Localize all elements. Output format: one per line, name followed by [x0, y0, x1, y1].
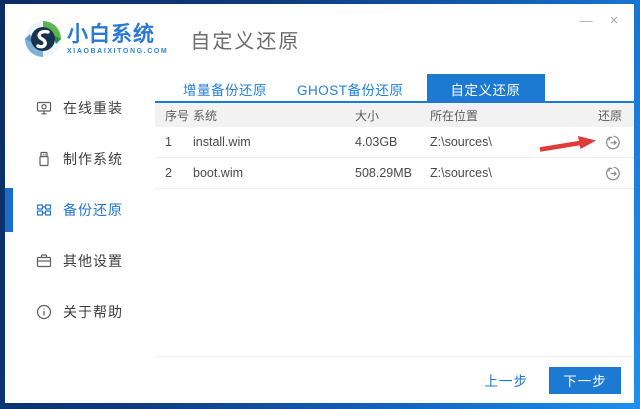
brand-domain: XIAOBAIXITONG.COM — [67, 47, 169, 55]
header-restore: 还原 — [597, 108, 622, 123]
minimize-button[interactable]: — — [572, 8, 600, 32]
restore-button[interactable] — [604, 133, 622, 151]
row-index: 2 — [165, 166, 172, 180]
tab-ghost-backup-restore[interactable]: GHOST备份还原 — [282, 74, 419, 103]
table-row: 1 install.wim 4.03GB Z:\sources\ — [155, 127, 634, 158]
row-size: 508.29MB — [355, 166, 412, 180]
sidebar-item-label: 在线重装 — [63, 100, 123, 116]
brand-text: 小白系统 XIAOBAIXITONG.COM — [67, 24, 168, 55]
window-controls: — × — [572, 8, 628, 32]
row-location: Z:\sources\ — [430, 166, 492, 180]
sidebar-item-other-settings[interactable]: 其他设置 — [5, 241, 155, 281]
sidebar-item-label: 备份还原 — [63, 202, 123, 218]
header-location: 所在位置 — [430, 108, 479, 123]
main-panel: 增量备份还原 GHOST备份还原 自定义还原 序号 系统 大小 所在位置 还原 … — [155, 74, 634, 403]
previous-step-button[interactable]: 上一步 — [485, 370, 529, 390]
sidebar-item-about-help[interactable]: 关于帮助 — [5, 292, 155, 332]
header-system: 系统 — [193, 108, 218, 123]
header-size: 大小 — [355, 108, 380, 123]
page-title: 自定义还原 — [190, 30, 301, 53]
sidebar-item-online-reinstall[interactable]: 在线重装 — [5, 88, 155, 128]
sidebar-item-label: 制作系统 — [63, 151, 123, 167]
table-row: 2 boot.wim 508.29MB Z:\sources\ — [155, 158, 634, 189]
table-header: 序号 系统 大小 所在位置 还原 — [155, 103, 634, 127]
close-button[interactable]: × — [600, 8, 628, 32]
next-step-button[interactable]: 下一步 — [549, 366, 621, 394]
info-icon — [36, 304, 52, 320]
brand-name: 小白系统 — [67, 22, 155, 46]
sidebar: 在线重装 制作系统 备份还原 其他设置 关于帮助 — [5, 74, 155, 403]
window-frame: 小白系统 XIAOBAIXITONG.COM 自定义还原 — × 在线重装 制作… — [0, 0, 640, 409]
sidebar-item-label: 关于帮助 — [63, 304, 123, 320]
row-system: boot.wim — [193, 166, 244, 180]
tab-bar: 增量备份还原 GHOST备份还原 自定义还原 — [155, 74, 634, 103]
sidebar-item-backup-restore[interactable]: 备份还原 — [5, 188, 155, 232]
row-system: install.wim — [193, 135, 251, 149]
app-logo: 小白系统 XIAOBAIXITONG.COM — [23, 19, 168, 59]
apps-grid-icon — [36, 202, 52, 218]
footer-bar: 上一步 下一步 — [155, 356, 634, 403]
row-index: 1 — [165, 135, 172, 149]
sidebar-item-label: 其他设置 — [63, 253, 123, 269]
app-window: 小白系统 XIAOBAIXITONG.COM 自定义还原 — × 在线重装 制作… — [5, 4, 634, 403]
row-size: 4.03GB — [355, 135, 398, 149]
logo-icon — [25, 21, 61, 57]
briefcase-icon — [36, 253, 52, 269]
header-index: 序号 — [165, 108, 190, 123]
monitor-icon — [36, 100, 52, 116]
tab-incremental-backup-restore[interactable]: 增量备份还原 — [168, 74, 282, 103]
titlebar: 小白系统 XIAOBAIXITONG.COM 自定义还原 — × — [5, 4, 634, 74]
tab-custom-restore[interactable]: 自定义还原 — [426, 74, 545, 103]
usb-drive-icon — [36, 151, 52, 167]
window-body: 在线重装 制作系统 备份还原 其他设置 关于帮助 增量备份还原 GHOST备份还… — [5, 74, 634, 403]
row-location: Z:\sources\ — [430, 135, 492, 149]
sidebar-item-make-system[interactable]: 制作系统 — [5, 139, 155, 179]
restore-button[interactable] — [604, 164, 622, 182]
